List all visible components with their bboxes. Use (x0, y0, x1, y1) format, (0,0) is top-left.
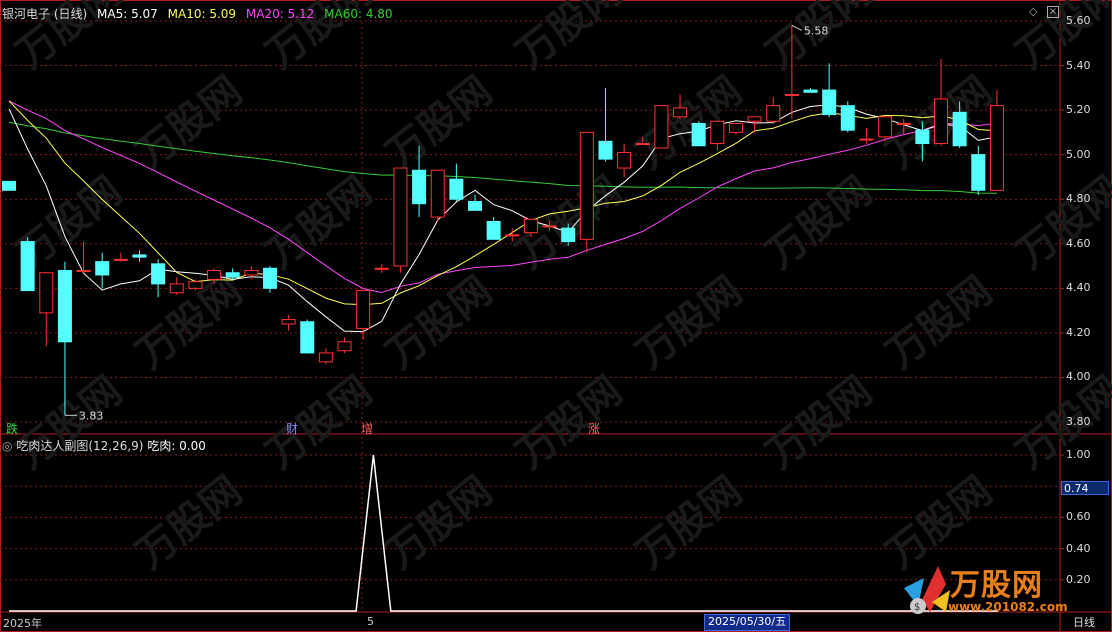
ma5-label: MA5: 5.07 (97, 7, 158, 21)
price-tick-label: 4.80 (1066, 192, 1091, 206)
ma10-label: MA10: 5.09 (167, 7, 237, 21)
candle[interactable] (393, 167, 408, 273)
watermark-text: 万股网 (758, 368, 881, 478)
period-label[interactable]: 日线 (1073, 614, 1095, 630)
indicator-toggle-icon[interactable]: ◎ (2, 439, 12, 453)
watermark-text: 万股网 (378, 268, 501, 378)
cursor-date: 2025/05/30/五 (704, 614, 791, 631)
price-tick-label: 5.40 (1066, 58, 1091, 72)
candle[interactable] (132, 250, 147, 262)
price-tick-label: 4.40 (1066, 281, 1091, 295)
watermark-text: 万股网 (758, 168, 881, 278)
brand-logo-text: 万股网 (950, 568, 1043, 603)
stock-title[interactable]: 银河电子 (日线) (2, 7, 87, 21)
price-tick-label: 4.60 (1066, 236, 1091, 250)
candle[interactable] (934, 58, 948, 146)
indicator-current-value: 0.74 (1061, 481, 1109, 495)
ma60-label: MA60: 4.80 (324, 7, 393, 21)
price-tick-label: 5.00 (1066, 147, 1091, 161)
candle[interactable] (169, 277, 184, 296)
candle[interactable] (710, 120, 725, 151)
candle[interactable] (281, 315, 296, 331)
watermark-text: 万股网 (508, 0, 631, 78)
candle[interactable] (840, 101, 855, 133)
price-tick-label: 4.00 (1066, 370, 1091, 384)
candle[interactable] (859, 127, 874, 144)
indicator-title[interactable]: 吃肉达人副图(12,26,9) (16, 439, 143, 453)
candle[interactable] (76, 241, 91, 273)
event-tag-finance[interactable]: 财 (286, 420, 298, 437)
chart-header: 银河电子 (日线) MA5: 5.07 MA10: 5.09 MA20: 5.1… (2, 5, 399, 21)
watermark-text: 万股网 (128, 68, 251, 178)
candle[interactable] (766, 96, 781, 124)
watermark-text: 万股网 (8, 368, 131, 478)
ma20-label: MA20: 5.12 (245, 7, 315, 21)
event-tag-increase[interactable]: 增 (361, 420, 373, 437)
candle[interactable] (617, 143, 632, 177)
candle[interactable] (430, 169, 445, 222)
watermark-text: 万股网 (128, 468, 251, 578)
event-tag-rise[interactable]: 涨 (588, 420, 600, 437)
brand-logo-url: www.201082.com (948, 600, 1068, 614)
candle[interactable] (486, 217, 501, 240)
candle[interactable] (728, 122, 743, 135)
candle[interactable] (579, 131, 594, 253)
candle[interactable] (113, 252, 128, 262)
low-price-marker: 3.83 (79, 409, 104, 422)
candle[interactable] (654, 105, 669, 149)
candle[interactable] (356, 290, 371, 340)
close-icon[interactable]: × (1047, 6, 1059, 18)
candle[interactable] (20, 237, 35, 292)
candle[interactable] (318, 348, 333, 365)
x-axis-month-label: 5 (367, 615, 374, 628)
indicator-tick-label: 1.00 (1066, 448, 1091, 461)
price-tick-label: 5.20 (1066, 103, 1091, 117)
candle[interactable] (300, 319, 315, 354)
indicator-value: 吃肉: 0.00 (147, 439, 206, 453)
high-price-marker: 5.58 (804, 24, 829, 37)
fullscreen-icon[interactable]: ◇ (1029, 6, 1037, 18)
candle[interactable] (971, 145, 986, 195)
watermark-text: 万股网 (758, 0, 881, 78)
watermark-text: 万股网 (878, 268, 1001, 378)
indicator-header: ◎ 吃肉达人副图(12,26,9) 吃肉: 0.00 (2, 437, 206, 454)
candle[interactable] (337, 337, 352, 353)
indicator-tick-label: 0.40 (1066, 541, 1091, 555)
candle[interactable] (95, 252, 110, 289)
x-axis-start-label: 2025年 (3, 617, 42, 630)
svg-text:$: $ (914, 602, 920, 613)
price-tick-label: 4.20 (1066, 325, 1091, 339)
candle[interactable] (151, 259, 166, 298)
indicator-tick-label: 0.60 (1066, 510, 1091, 524)
event-tag-fall[interactable]: 跌 (6, 420, 18, 437)
candle[interactable] (39, 272, 54, 347)
candle[interactable] (822, 63, 837, 117)
candle[interactable] (374, 263, 389, 273)
candle[interactable] (449, 163, 464, 202)
watermark-text: 万股网 (628, 268, 751, 378)
candle[interactable] (262, 266, 277, 293)
watermark-text: 万股网 (508, 368, 631, 478)
candle[interactable] (691, 121, 706, 147)
watermark-text: 万股网 (378, 68, 501, 178)
price-tick-label: 3.80 (1066, 415, 1091, 428)
kline-chart[interactable]: 万股网 万股网 万股网 万股网 万股网万股网 万股网 万股网万股网 万股网 万股网 万股网 万股网万… (0, 0, 1112, 632)
candle[interactable] (803, 87, 818, 93)
candle[interactable] (2, 180, 16, 191)
watermark-text: 万股网 (628, 468, 751, 578)
price-tick-label: 5.60 (1066, 14, 1091, 27)
candle[interactable] (598, 87, 613, 162)
candle[interactable] (468, 194, 482, 211)
watermark-text: 万股网 (378, 468, 501, 578)
